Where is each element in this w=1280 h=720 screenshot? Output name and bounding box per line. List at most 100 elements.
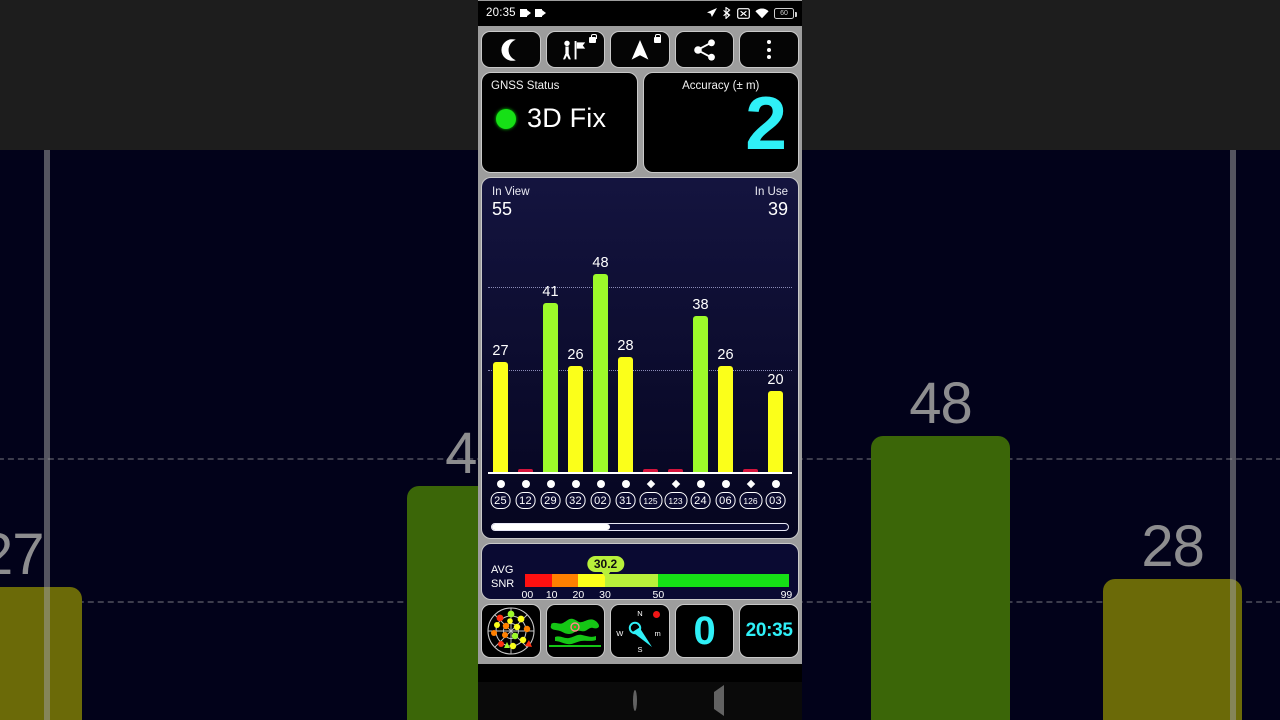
chart-plot-area: 27 41 26 48 28 38 26 20	[488, 224, 792, 474]
chart-bar-label: 26	[717, 346, 734, 363]
chart-bar-label: 27	[492, 342, 509, 359]
satellite-id-chip[interactable]: 126	[739, 492, 762, 509]
compass-west-label: W	[616, 629, 624, 638]
compass-button[interactable]: N W S m	[610, 604, 670, 658]
fix-status-value: 3D Fix	[527, 103, 607, 133]
clock-button[interactable]: 20:35	[739, 604, 799, 658]
snr-tick-label: 50	[652, 589, 665, 601]
android-status-bar: 20:35 60	[478, 0, 802, 26]
background-chart-bar-label: 28	[1141, 514, 1205, 580]
satellite-id-chip[interactable]: 03	[765, 492, 786, 509]
navigation-mode-button[interactable]	[610, 31, 670, 68]
radar-sky-plot-icon	[487, 607, 535, 655]
snr-gradient-container	[525, 574, 789, 587]
night-mode-button[interactable]	[481, 31, 541, 68]
chart-bar[interactable]	[693, 315, 708, 474]
compass-south-label: S	[637, 645, 643, 654]
chart-bar[interactable]	[543, 303, 558, 474]
satellite-id-chip[interactable]: 123	[664, 492, 687, 509]
satellite-circle-icon	[521, 480, 530, 488]
chart-bars: 27 41 26 48 28 38 26 20	[488, 224, 792, 474]
snr-tick-label: 00	[521, 589, 534, 601]
chart-bar[interactable]	[618, 357, 633, 474]
chart-bar[interactable]	[768, 390, 783, 474]
satellite-circle-icon	[496, 480, 505, 488]
satellite-id-chip[interactable]: 31	[615, 492, 636, 509]
screen: 27 41 26 48 28 20:35 60	[0, 0, 1280, 720]
chart-bar-label: 20	[767, 371, 784, 388]
chart-bar[interactable]	[593, 274, 608, 474]
chart-bar-label: 26	[567, 346, 584, 363]
snr-label: SNR	[491, 577, 515, 590]
satellite-id-chip[interactable]: 125	[639, 492, 662, 509]
accuracy-card[interactable]: Accuracy (± m) 2	[642, 72, 799, 173]
snr-tick-label: 20	[572, 589, 585, 601]
lock-icon	[589, 34, 597, 43]
battery-level-text: 60	[780, 9, 788, 17]
in-view-label: In View	[492, 186, 530, 198]
chart-bar[interactable]	[493, 361, 508, 474]
satellite-id-chip[interactable]: 02	[590, 492, 611, 509]
satellite-chart-section: In View 55 In Use 39 27 41 26 48 28 38 26 20 25…	[478, 177, 802, 543]
avg-snr-pointer	[600, 571, 611, 578]
avg-label: AVG	[491, 564, 514, 576]
background-chart-bar-label: 27	[0, 521, 45, 587]
satellite-id-chip[interactable]: 24	[690, 492, 711, 509]
snr-section: AVG SNR 00 10 20 30 50 99 30.2	[478, 543, 802, 604]
background-chart-bar	[0, 586, 82, 720]
share-icon	[693, 38, 715, 61]
satellite-circle-icon	[621, 480, 630, 488]
satellite-id-chip[interactable]: 29	[540, 492, 561, 509]
satellite-circle-icon	[721, 480, 730, 488]
chart-bar[interactable]	[568, 365, 583, 474]
chart-axis-line	[488, 472, 792, 474]
android-navigation-bar	[478, 682, 802, 720]
snr-gradient-segment	[604, 574, 659, 587]
satellite-id-chip[interactable]: 25	[490, 492, 511, 509]
snr-gradient-segment	[658, 574, 789, 587]
home-button[interactable]	[632, 690, 637, 711]
video-camera-icon	[534, 9, 546, 17]
wifi-icon	[755, 8, 769, 18]
gnss-status-card[interactable]: GNSS Status 3D Fix	[481, 72, 638, 173]
satellite-id-chip[interactable]: 06	[715, 492, 736, 509]
chart-scrollbar-thumb[interactable]	[492, 524, 611, 530]
background-edge-right	[1230, 150, 1236, 720]
accuracy-value: 2	[745, 81, 787, 165]
satellite-diamond-icon	[646, 479, 655, 489]
world-map-icon	[549, 618, 602, 647]
satellite-diamond-icon	[671, 479, 680, 489]
background-edge-left	[44, 150, 50, 720]
location-arrow-icon	[707, 8, 717, 17]
navigation-arrow-icon	[631, 39, 649, 60]
fix-status-dot	[496, 108, 516, 129]
satellite-chart-card[interactable]: In View 55 In Use 39 27 41 26 48 28 38 26 20 25…	[481, 177, 799, 539]
speed-button[interactable]: 0	[674, 604, 735, 658]
satellite-circle-icon	[696, 480, 705, 488]
status-bar-clock: 20:35	[486, 7, 516, 19]
avg-snr-card[interactable]: AVG SNR 00 10 20 30 50 99 30.2	[481, 543, 799, 601]
sky-plot-button[interactable]	[481, 604, 541, 658]
satellite-circle-icon	[596, 480, 605, 488]
surveyor-mode-button[interactable]	[545, 31, 606, 68]
satellite-id-chip[interactable]: 12	[515, 492, 536, 509]
overflow-menu-button[interactable]	[739, 31, 799, 68]
share-button[interactable]	[674, 31, 735, 68]
circle-icon	[632, 690, 637, 711]
compass-north-label: N	[637, 609, 643, 618]
status-cards-row: GNSS Status 3D Fix Accuracy (± m) 2	[478, 72, 802, 177]
triangle-back-icon	[713, 685, 724, 716]
background-chart-bar	[870, 436, 1011, 720]
kebab-menu-icon	[767, 40, 772, 59]
satellite-circle-icon	[771, 480, 780, 488]
satellite-id-chip[interactable]: 32	[565, 492, 586, 509]
window-top-border	[478, 0, 802, 1]
back-button[interactable]	[713, 685, 724, 716]
chart-scrollbar[interactable]	[491, 523, 789, 531]
video-camera-icon	[519, 9, 531, 17]
chart-bar[interactable]	[718, 365, 733, 474]
snr-tick-label: 10	[545, 589, 558, 601]
map-button[interactable]	[545, 604, 606, 658]
surveyor-flag-icon	[563, 40, 586, 59]
snr-labels: AVG SNR	[491, 564, 514, 591]
